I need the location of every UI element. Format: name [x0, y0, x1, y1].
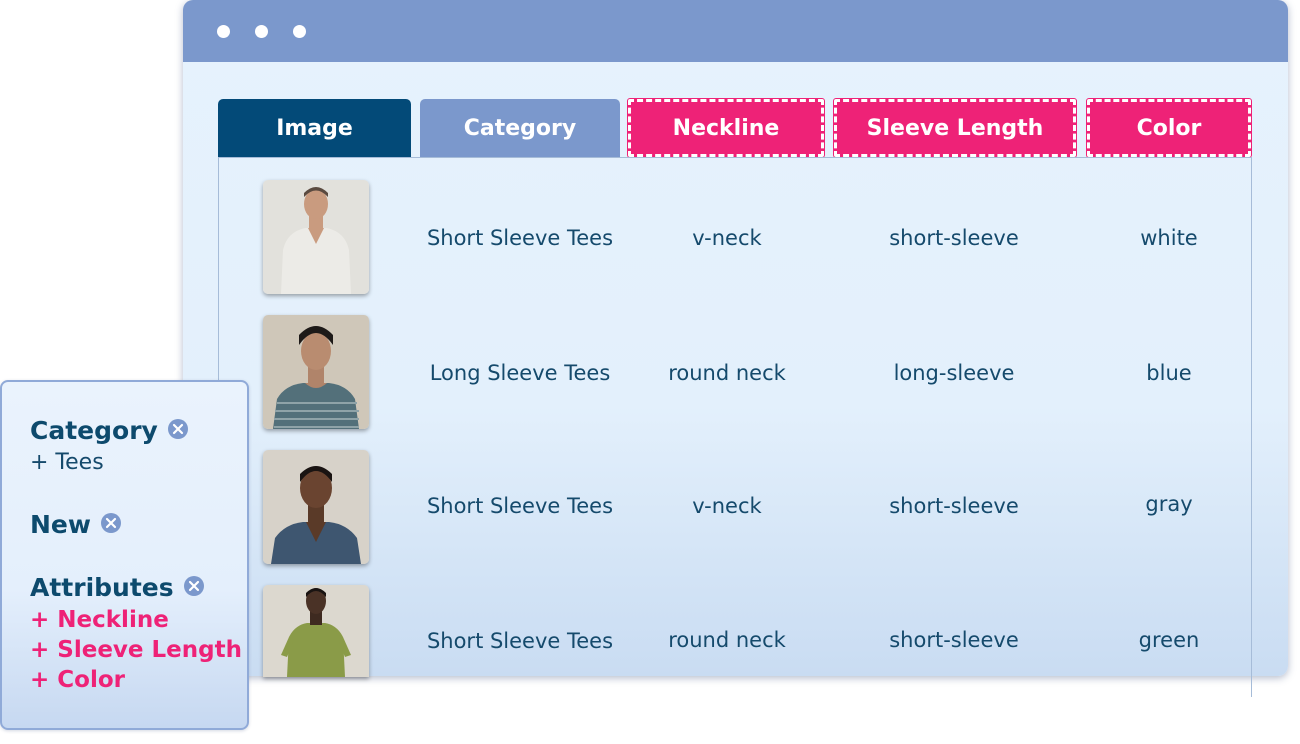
attributes-heading: Attributes [30, 573, 204, 602]
sleeve-length-cell: short-sleeve [889, 628, 1019, 652]
product-thumbnail[interactable] [263, 180, 369, 294]
sleeve-length-cell: long-sleeve [893, 361, 1015, 385]
product-thumbnail[interactable] [263, 315, 369, 429]
sleeve-length-cell: short-sleeve [889, 226, 1019, 250]
model-photo [263, 450, 369, 564]
category-cell: Short Sleeve Tees [426, 629, 614, 653]
remove-icon[interactable] [100, 513, 121, 533]
category-cell: Short Sleeve Tees [426, 226, 614, 250]
model-photo [263, 315, 369, 429]
tab-color[interactable]: Color [1086, 98, 1252, 158]
remove-icon[interactable] [167, 419, 188, 439]
color-cell: gray [1145, 492, 1193, 516]
window-titlebar [183, 0, 1288, 62]
neckline-cell: round neck [668, 628, 786, 652]
window-control-dot[interactable] [293, 25, 306, 38]
new-heading-label: New [30, 510, 91, 539]
tab-neckline[interactable]: Neckline [627, 98, 825, 158]
category-cell: Long Sleeve Tees [429, 361, 611, 385]
tab-image[interactable]: Image [218, 99, 411, 157]
product-thumbnail[interactable] [263, 585, 369, 677]
schema-changes-panel: Category + Tees New Attributes + Necklin… [0, 380, 249, 730]
shirt-shape [273, 383, 359, 429]
color-cell: blue [1146, 361, 1192, 385]
color-cell: white [1140, 226, 1198, 250]
model-photo [263, 180, 369, 294]
attributes-heading-label: Attributes [30, 573, 174, 602]
attribute-add-color: + Color [30, 667, 125, 693]
window-control-dot[interactable] [255, 25, 268, 38]
category-add-tees: + Tees [30, 450, 104, 475]
remove-icon[interactable] [183, 576, 204, 596]
shirt-shape [287, 623, 345, 677]
category-cell: Short Sleeve Tees [426, 494, 614, 518]
neckline-cell: round neck [668, 361, 786, 385]
category-heading: Category [30, 416, 188, 445]
new-heading: New [30, 510, 121, 539]
attribute-add-sleeve-length: + Sleeve Length [30, 637, 242, 663]
neckline-cell: v-neck [692, 226, 762, 250]
window-control-dot[interactable] [217, 25, 230, 38]
product-thumbnail[interactable] [263, 450, 369, 564]
category-heading-label: Category [30, 416, 158, 445]
tab-category[interactable]: Category [420, 99, 620, 157]
tab-sleeve-length[interactable]: Sleeve Length [833, 98, 1077, 158]
model-photo [263, 585, 369, 677]
sleeve-length-cell: short-sleeve [889, 494, 1019, 518]
neckline-cell: v-neck [692, 494, 762, 518]
color-cell: green [1138, 628, 1200, 652]
attribute-add-neckline: + Neckline [30, 607, 169, 633]
